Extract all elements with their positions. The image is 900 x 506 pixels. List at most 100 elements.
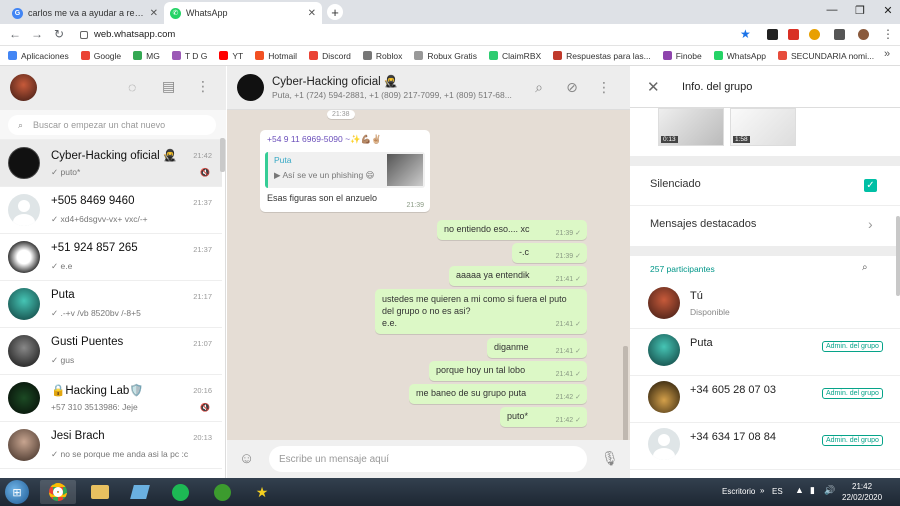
participant-row[interactable]: Puta Admin. del grupo: [630, 329, 900, 376]
menu-icon[interactable]: ⋮: [595, 78, 613, 96]
bookmark-item[interactable]: MG: [133, 51, 160, 61]
outgoing-message[interactable]: ustedes me quieren a mi como si fuera el…: [375, 289, 587, 334]
browser-tab-whatsapp[interactable]: ✆ WhatsApp ✕: [164, 2, 322, 24]
chrome-taskbar-icon[interactable]: [40, 480, 76, 504]
bookmark-item[interactable]: ClaimRBX: [488, 51, 541, 61]
back-icon[interactable]: ←: [8, 27, 22, 41]
outgoing-message[interactable]: diganme 21:41 ✓: [487, 338, 587, 358]
tab-close-icon[interactable]: ✕: [150, 8, 158, 19]
more-bookmarks-icon[interactable]: »: [884, 48, 890, 60]
start-button[interactable]: ⊞: [5, 480, 29, 504]
close-icon[interactable]: ✕: [647, 78, 660, 96]
bookmark-item[interactable]: YT: [219, 51, 243, 61]
media-thumbnail[interactable]: 0:13: [658, 108, 724, 146]
star-icon[interactable]: ★: [740, 27, 751, 41]
tab-close-icon[interactable]: ✕: [308, 8, 316, 19]
chat-item[interactable]: Jesi Brach 20:13 ✓ no se porque me anda …: [0, 422, 222, 469]
starred-messages-row[interactable]: Mensajes destacados ›: [630, 206, 900, 246]
bookmark-label: Hotmail: [268, 50, 298, 61]
bookmark-item[interactable]: Google: [80, 51, 121, 61]
language-indicator[interactable]: ES: [772, 487, 783, 496]
participant-row[interactable]: +34 634 17 08 84 Admin. del grupo: [630, 423, 900, 470]
forward-icon[interactable]: →: [30, 27, 44, 41]
participant-row[interactable]: +34 605 28 07 03 Admin. del grupo: [630, 376, 900, 423]
spotify-icon[interactable]: [162, 480, 198, 504]
outgoing-message[interactable]: puto* 21:42 ✓: [500, 407, 587, 427]
group-avatar[interactable]: [237, 74, 264, 101]
chat-item[interactable]: +51 924 857 265 21:37 ✓ e.e: [0, 234, 222, 281]
message-time: 21:39: [406, 202, 424, 209]
close-window-button[interactable]: ✕: [874, 2, 900, 18]
attach-icon[interactable]: ⊘: [563, 78, 581, 96]
outgoing-message[interactable]: porque hoy un tal lobo 21:41 ✓: [429, 361, 587, 381]
chat-item[interactable]: +505 8469 9460 21:37 ✓ xd4+6dsgvv-vx+ vx…: [0, 187, 222, 234]
sender-name[interactable]: +54 9 11 6969-5090: [267, 134, 343, 144]
search-icon[interactable]: ⌕: [862, 262, 868, 273]
new-chat-icon[interactable]: ▤: [162, 78, 175, 95]
bookmark-item[interactable]: WhatsApp: [713, 51, 766, 61]
muted-setting[interactable]: Silenciado ✓: [630, 166, 900, 206]
desktop-toolbar-label[interactable]: Escritorio: [722, 487, 755, 496]
chat-item[interactable]: Gusti Puentes 21:07 ✓ gus: [0, 328, 222, 375]
bookmark-item[interactable]: Robux Gratis: [414, 51, 477, 61]
quoted-message[interactable]: Puta ▶ Así se ve un phishing 😄: [265, 152, 425, 188]
bookmark-item[interactable]: SECUNDARIA nomi...: [777, 51, 874, 61]
bookmark-item[interactable]: T D G: [171, 51, 207, 61]
minimize-button[interactable]: —: [818, 2, 846, 18]
muted-checkbox[interactable]: ✓: [864, 179, 877, 192]
browser-menu-icon[interactable]: ⋮: [882, 27, 894, 41]
outgoing-message[interactable]: me baneo de su grupo puta 21:42 ✓: [409, 384, 587, 404]
signal-icon[interactable]: ▮: [810, 485, 815, 496]
star-taskbar-icon[interactable]: ★: [244, 480, 280, 504]
bookmark-item[interactable]: Hotmail: [255, 51, 297, 61]
chat-item[interactable]: Puta 21:17 ✓ .-+v /vb 8520bv /-8+5: [0, 281, 222, 328]
conversation-header[interactable]: Cyber-Hacking oficial 🥷 Puta, +1 (724) 5…: [227, 66, 630, 110]
emoji-icon[interactable]: ☺: [239, 450, 254, 467]
outgoing-message[interactable]: aaaaa ya entendik 21:41 ✓: [449, 266, 587, 286]
url-input[interactable]: web.whatsapp.com: [80, 27, 760, 42]
app-taskbar-icon[interactable]: [122, 480, 158, 504]
message-scrollbar[interactable]: [623, 346, 628, 441]
profile-avatar[interactable]: [858, 29, 869, 40]
extension-icon[interactable]: [809, 29, 820, 40]
reload-icon[interactable]: ↻: [52, 27, 66, 41]
group-info-scrollbar[interactable]: [896, 216, 900, 296]
bookmark-item[interactable]: Finobe: [662, 51, 702, 61]
utorrent-icon[interactable]: [204, 480, 240, 504]
status-icon[interactable]: ◌: [128, 79, 136, 95]
my-avatar[interactable]: [10, 74, 37, 101]
extension-icon[interactable]: [834, 29, 845, 40]
tray-icon[interactable]: ▲: [795, 485, 804, 495]
chat-name: Puta: [51, 289, 75, 301]
extension-icon[interactable]: [767, 29, 778, 40]
maximize-button[interactable]: ❐: [846, 2, 874, 18]
bookmark-item[interactable]: Aplicaciones: [8, 51, 69, 61]
outgoing-message[interactable]: no entiendo eso.... xc 21:39 ✓: [437, 220, 587, 240]
chat-item[interactable]: Cyber-Hacking oficial 🥷 21:42 ✓ puto* 🔇: [0, 140, 222, 187]
menu-icon[interactable]: ⋮: [196, 78, 210, 95]
search-area: ⌕ Buscar o empezar un chat nuevo: [0, 110, 226, 140]
clock[interactable]: 21:42 22/02/2020: [842, 481, 882, 503]
participant-row[interactable]: Tú Disponible: [630, 282, 900, 329]
volume-icon[interactable]: 🔊: [824, 485, 835, 496]
search-icon[interactable]: ⌕: [530, 78, 548, 96]
extension-icon[interactable]: [788, 29, 799, 40]
chat-list-scrollbar[interactable]: [220, 138, 225, 172]
bookmark-item[interactable]: Respuestas para las...: [553, 51, 651, 61]
outgoing-message[interactable]: -.c 21:39 ✓: [512, 243, 587, 263]
message-input[interactable]: Escribe un mensaje aquí: [269, 446, 587, 472]
chat-item[interactable]: 🔒Hacking Lab🛡️ 20:16 +57 310 3513986: Je…: [0, 375, 222, 422]
search-input[interactable]: ⌕ Buscar o empezar un chat nuevo: [8, 115, 216, 135]
bookmark-item[interactable]: Discord: [309, 51, 351, 61]
chevron-up-icon[interactable]: »: [760, 486, 764, 495]
incoming-message[interactable]: +54 9 11 6969-5090 ~✨💪🏽✌🏼 Puta ▶ Así se …: [260, 130, 430, 212]
group-info-header: ✕ Info. del grupo: [630, 66, 900, 108]
sender-suffix: ~✨💪🏽✌🏼: [345, 134, 382, 144]
media-thumbnail[interactable]: 1:58: [730, 108, 796, 146]
browser-tab-google[interactable]: G carlos me va a ayudar a recuperar ✕: [6, 2, 164, 24]
bookmark-item[interactable]: Roblox: [362, 51, 402, 61]
new-tab-button[interactable]: +: [327, 4, 343, 20]
quote-thumbnail: [387, 154, 423, 186]
explorer-taskbar-icon[interactable]: [82, 480, 118, 504]
microphone-icon[interactable]: 🎙: [601, 450, 619, 467]
